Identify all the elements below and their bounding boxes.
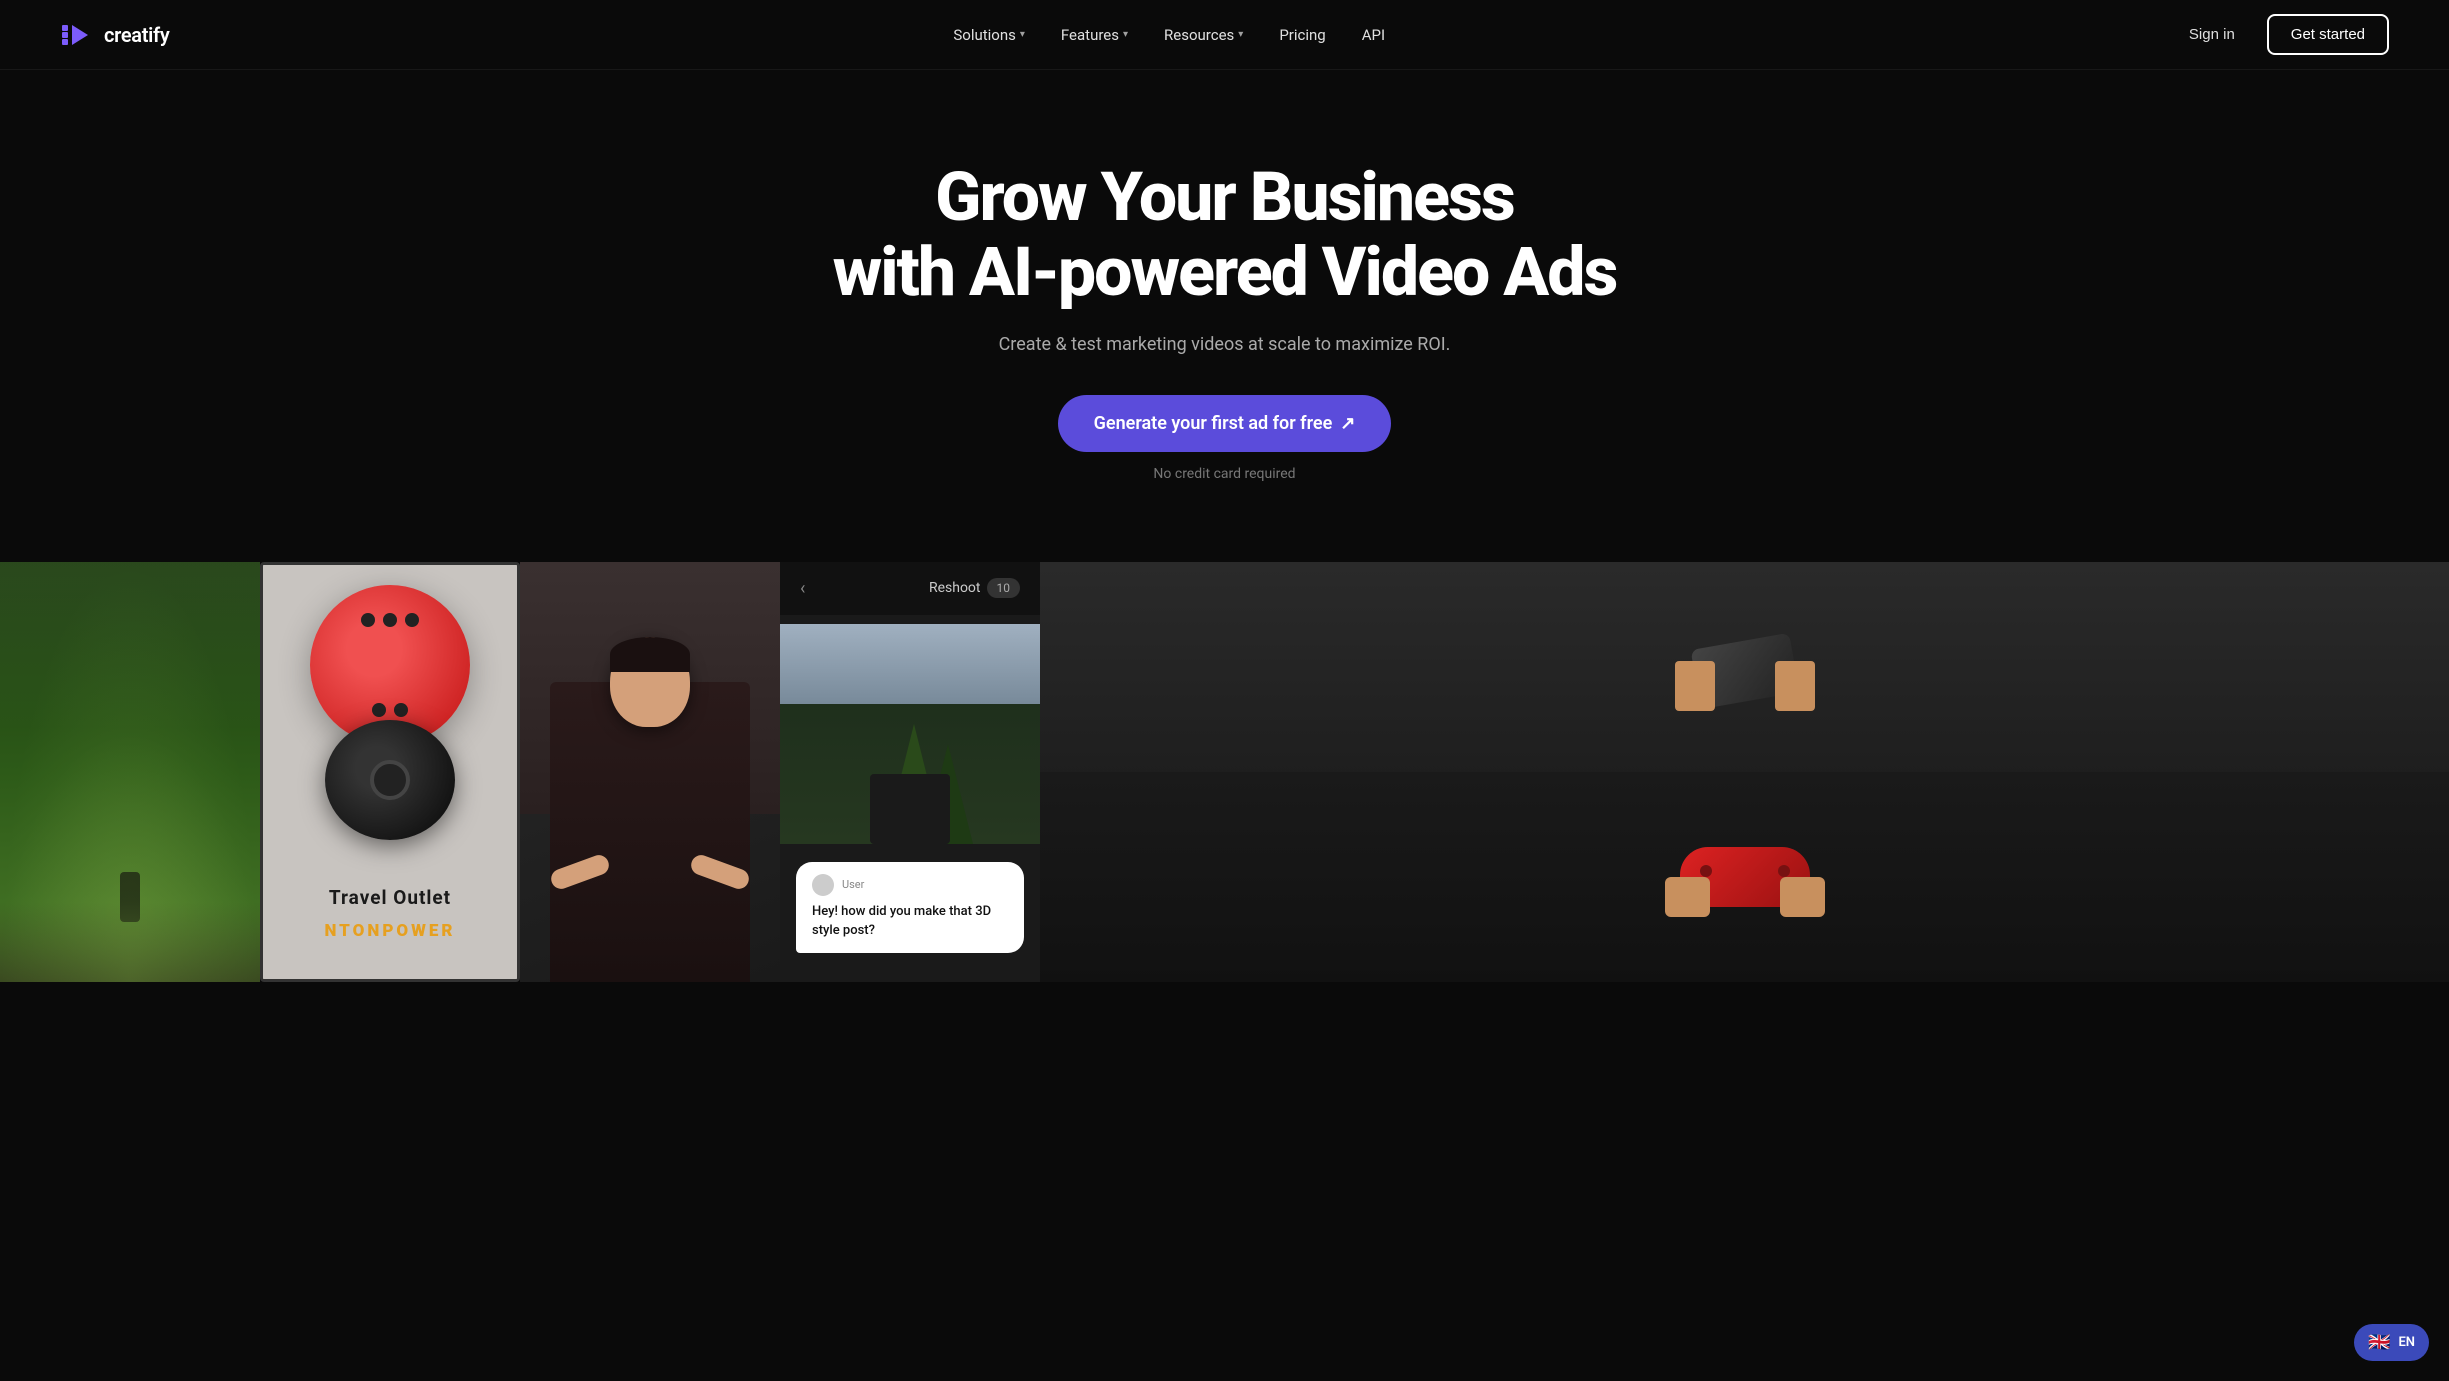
get-started-button[interactable]: Get started — [2267, 14, 2389, 55]
nav-pricing[interactable]: Pricing — [1263, 18, 1341, 52]
chat-reshoot-badge: 10 — [987, 578, 1021, 598]
presenter-head — [610, 637, 690, 727]
logo[interactable]: creatify — [60, 17, 170, 53]
left-hand — [1675, 661, 1715, 711]
hero-section: Grow Your Business with AI-powered Video… — [0, 0, 2449, 562]
gallery-card-presenter[interactable] — [520, 562, 780, 982]
controller-right-hand — [1780, 877, 1825, 917]
controller-btn-2 — [1778, 865, 1790, 877]
hero-title: Grow Your Business with AI-powered Video… — [833, 160, 1617, 310]
chat-header: ‹ Reshoot 10 — [780, 562, 1040, 615]
navbar-right: Sign in Get started — [2169, 14, 2389, 55]
gallery-card-forest[interactable] — [0, 562, 260, 982]
features-chevron-icon: ▾ — [1123, 29, 1128, 40]
resources-chevron-icon: ▾ — [1238, 29, 1243, 40]
nav-solutions[interactable]: Solutions ▾ — [937, 18, 1041, 52]
presenter-body — [550, 682, 750, 982]
runner-silhouette — [120, 872, 140, 922]
nav-features[interactable]: Features ▾ — [1045, 18, 1144, 52]
chat-message: Hey! how did you make that 3D style post… — [812, 902, 1008, 941]
chat-back-icon[interactable]: ‹ — [800, 578, 805, 599]
forest-mist — [0, 562, 260, 730]
gallery-card-product[interactable]: Travel Outlet NTONPOWER — [260, 562, 520, 982]
hands-top-section — [1040, 562, 2449, 780]
arrow-icon: ↗ — [1340, 413, 1355, 434]
outlet-ports-top — [361, 613, 419, 627]
chat-username: User — [842, 878, 864, 891]
navbar-left: creatify — [60, 17, 170, 53]
hero-cta-button[interactable]: Generate your first ad for free ↗ — [1058, 395, 1392, 452]
video-gallery: Travel Outlet NTONPOWER ‹ Reshoot 10 — [0, 562, 2449, 982]
navbar: creatify Solutions ▾ Features ▾ Resource… — [0, 0, 2449, 70]
signin-button[interactable]: Sign in — [2169, 16, 2255, 53]
forest-ground — [0, 902, 260, 982]
nav-api[interactable]: API — [1346, 18, 1401, 52]
hero-subtitle: Create & test marketing videos at scale … — [999, 334, 1451, 355]
chat-user-avatar — [812, 874, 834, 896]
product-card-inner: Travel Outlet NTONPOWER — [263, 565, 517, 979]
nav-resources[interactable]: Resources ▾ — [1148, 18, 1259, 52]
controller-holder — [1665, 837, 1825, 917]
product-label: Travel Outlet — [263, 886, 517, 909]
outlet-center — [370, 760, 410, 800]
gallery-card-hands[interactable] — [1040, 562, 2449, 982]
gallery-card-chat[interactable]: ‹ Reshoot 10 User Hey! how did you make … — [780, 562, 1040, 982]
hands-device-holder — [1675, 631, 1815, 711]
forest-glow — [0, 730, 260, 982]
logo-text: creatify — [104, 23, 170, 47]
forest-bg — [0, 562, 260, 982]
controller-btn-1 — [1700, 865, 1712, 877]
presenter-hair — [610, 637, 690, 672]
navbar-center: Solutions ▾ Features ▾ Resources ▾ Prici… — [937, 18, 1401, 52]
product-brand: NTONPOWER — [263, 921, 517, 941]
chat-sky — [780, 624, 1040, 704]
outlet-base — [325, 720, 455, 840]
chat-bubble-header: User — [812, 874, 1008, 896]
chat-scene — [780, 624, 1040, 844]
hero-cta-note: No credit card required — [1153, 466, 1295, 482]
flag-icon: 🇬🇧 — [2368, 1332, 2390, 1353]
chat-figure — [870, 774, 950, 844]
language-badge[interactable]: 🇬🇧 EN — [2354, 1324, 2429, 1361]
outlet-ports-bottom — [372, 703, 408, 717]
chat-reshoot-label: Reshoot 10 — [929, 578, 1020, 598]
hands-bottom-section — [1040, 772, 2449, 982]
controller-left-hand — [1665, 877, 1710, 917]
right-hand — [1775, 661, 1815, 711]
solutions-chevron-icon: ▾ — [1020, 29, 1025, 40]
logo-icon — [60, 17, 96, 53]
chat-bubble: User Hey! how did you make that 3D style… — [796, 862, 1024, 953]
language-code: EN — [2398, 1335, 2415, 1350]
